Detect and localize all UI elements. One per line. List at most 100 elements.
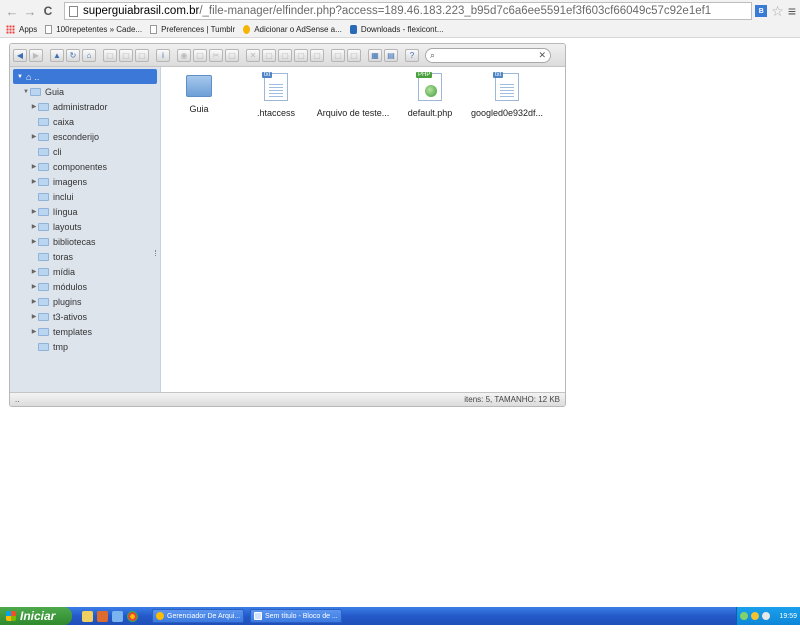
folder-icon [38, 282, 49, 291]
bookmark-item[interactable]: Adicionar o AdSense a... [243, 25, 342, 34]
help-icon[interactable]: ? [405, 48, 419, 62]
tree-item[interactable]: ▶ t3-ativos [10, 309, 160, 324]
volume-icon[interactable] [762, 612, 770, 620]
info-icon[interactable]: i [156, 48, 170, 62]
file-item[interactable]: txt .htaccess [238, 72, 314, 118]
page-icon [150, 25, 158, 34]
expand-arrow-icon[interactable]: ▶ [30, 133, 38, 140]
tray-icon[interactable] [751, 612, 759, 620]
expand-arrow-icon[interactable]: ▶ [30, 298, 38, 305]
edit-icon[interactable]: ▢ [294, 48, 308, 62]
expand-arrow-icon[interactable]: ▶ [30, 313, 38, 320]
resize-icon[interactable]: ▢ [310, 48, 324, 62]
expand-arrow-icon[interactable]: ▼ [17, 74, 23, 80]
tree-item[interactable]: ▶ administrador [10, 99, 160, 114]
expand-arrow-icon[interactable]: ▶ [30, 178, 38, 185]
expand-arrow-icon[interactable]: ▶ [30, 328, 38, 335]
tree-item-label: inclui [53, 191, 74, 202]
expand-arrow-icon[interactable]: ▶ [30, 268, 38, 275]
expand-arrow-icon[interactable]: ▶ [30, 208, 38, 215]
start-button[interactable]: Iniciar [0, 607, 72, 625]
bookmark-item[interactable]: Downloads - flexicont... [349, 25, 444, 34]
duplicate-icon[interactable]: ▢ [262, 48, 276, 62]
tree-item[interactable]: inclui [10, 189, 160, 204]
tree-item[interactable]: ▶ esconderijo [10, 129, 160, 144]
tree-item[interactable]: caixa [10, 114, 160, 129]
folder-icon [38, 132, 49, 141]
tree-item[interactable]: ▶ língua [10, 204, 160, 219]
expand-arrow-icon[interactable]: ▶ [30, 103, 38, 110]
reload-icon[interactable]: ↻ [66, 48, 80, 62]
forward-arrow-icon[interactable]: → [22, 3, 38, 19]
file-item[interactable]: Guia [161, 75, 237, 114]
php-file-icon: PHP [416, 72, 442, 101]
sort-icon[interactable]: ▤ [384, 48, 398, 62]
tree-item[interactable]: ▶ componentes [10, 159, 160, 174]
bookmark-item[interactable]: 100repetentes » Cade... [45, 25, 142, 34]
quick-launch-icon[interactable] [97, 610, 108, 622]
blank-file-icon [315, 73, 391, 101]
quicklook-icon[interactable]: ◉ [177, 48, 191, 62]
expand-arrow-icon[interactable]: ▶ [30, 238, 38, 245]
menu-icon[interactable]: ≡ [788, 3, 796, 19]
archive-icon[interactable]: ▢ [347, 48, 361, 62]
search-input[interactable]: ⌕ ✕ [425, 47, 551, 63]
folder-icon [38, 252, 49, 261]
forward-icon[interactable]: ▶ [29, 48, 43, 62]
tree-item[interactable]: ▶ mídia [10, 264, 160, 279]
quick-launch-icon[interactable] [112, 610, 123, 622]
back-icon[interactable]: ◀ [13, 48, 27, 62]
clear-search-icon[interactable]: ✕ [538, 50, 546, 61]
clock[interactable]: 19:59 [779, 613, 797, 620]
tree-item[interactable]: ▶ plugins [10, 294, 160, 309]
bookmark-item[interactable]: Preferences | Tumblr [150, 25, 235, 34]
tree-root[interactable]: ▼ ⌂ .. [13, 69, 157, 84]
tree-item[interactable]: tmp [10, 339, 160, 354]
status-path: .. [15, 395, 20, 404]
paste-icon[interactable]: ▢ [225, 48, 239, 62]
upload-icon[interactable]: ▢ [135, 48, 149, 62]
tree-item[interactable]: ▼ Guia [10, 84, 160, 99]
tray-icon[interactable] [740, 612, 748, 620]
reload-icon[interactable]: C [40, 3, 56, 19]
download-icon[interactable]: ▢ [119, 48, 133, 62]
expand-arrow-icon[interactable]: ▶ [30, 283, 38, 290]
tree-item[interactable]: ▶ módulos [10, 279, 160, 294]
tree-item-label: cli [53, 146, 62, 157]
extension-icon[interactable]: B [755, 5, 768, 17]
bookmark-apps[interactable]: Apps [6, 25, 37, 34]
taskbar-task[interactable]: Gerenciador De Arqui... [152, 609, 244, 623]
file-item[interactable]: txt googled0e932df... [469, 72, 545, 118]
bookmark-label: Preferences | Tumblr [161, 25, 236, 34]
file-item[interactable]: PHP default.php [392, 72, 468, 118]
tree-item[interactable]: ▶ imagens [10, 174, 160, 189]
notepad-icon [254, 612, 262, 620]
file-item[interactable]: Arquivo de teste... [315, 73, 391, 118]
bookmark-star-icon[interactable]: ☆ [771, 3, 784, 20]
rm-icon[interactable]: ✕ [246, 48, 260, 62]
rename-icon[interactable]: ▢ [278, 48, 292, 62]
extract-icon[interactable]: ▢ [331, 48, 345, 62]
back-arrow-icon[interactable]: ← [4, 3, 20, 19]
tree-item[interactable]: ▶ templates [10, 324, 160, 339]
home-icon[interactable]: ⌂ [82, 48, 96, 62]
taskbar-task[interactable]: Sem título - Bloco de ... [250, 609, 342, 623]
quick-launch-icon[interactable] [82, 610, 93, 622]
expand-arrow-icon[interactable]: ▼ [22, 89, 30, 95]
tree-item[interactable]: ▶ bibliotecas [10, 234, 160, 249]
tree-item[interactable]: ▶ layouts [10, 219, 160, 234]
open-icon[interactable]: ▢ [103, 48, 117, 62]
cut-icon[interactable]: ✂ [209, 48, 223, 62]
tree-item[interactable]: cli [10, 144, 160, 159]
resize-handle-icon[interactable] [155, 250, 157, 256]
expand-arrow-icon[interactable]: ▶ [30, 163, 38, 170]
view-icon[interactable]: ▦ [368, 48, 382, 62]
folder-icon [38, 267, 49, 276]
tree-item[interactable]: toras [10, 249, 160, 264]
chrome-icon[interactable] [127, 610, 138, 622]
address-bar[interactable]: superguiabrasil.com.br/_file-manager/elf… [64, 2, 752, 20]
file-name: default.php [407, 108, 453, 118]
up-icon[interactable]: ▲ [50, 48, 64, 62]
copy-icon[interactable]: ▢ [193, 48, 207, 62]
expand-arrow-icon[interactable]: ▶ [30, 223, 38, 230]
